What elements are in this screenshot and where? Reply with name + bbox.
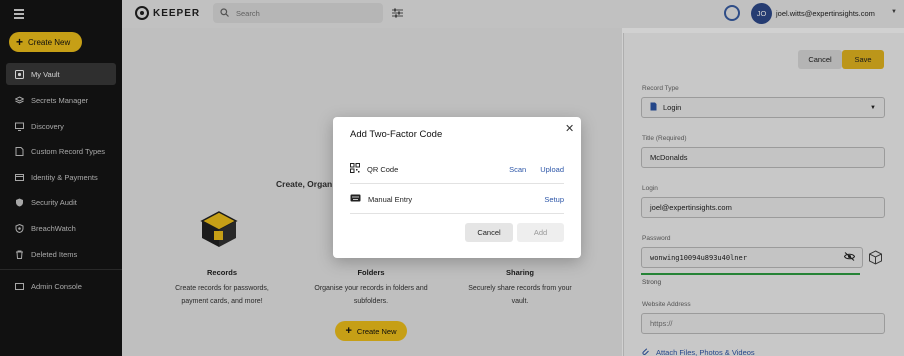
dialog-divider [350, 213, 564, 214]
manual-actions: Setup [544, 195, 564, 204]
dialog-add-button[interactable]: Add [517, 223, 564, 242]
dialog-title: Add Two-Factor Code [350, 129, 443, 140]
qr-code-icon [350, 163, 360, 175]
keyboard-icon [350, 194, 361, 204]
dialog-divider [350, 183, 564, 184]
qr-code-row: QR Code Scan Upload [350, 155, 564, 183]
close-icon[interactable]: ✕ [565, 122, 574, 135]
two-factor-dialog: Add Two-Factor Code ✕ QR Code Scan Uploa… [333, 117, 581, 258]
qr-code-label: QR Code [367, 164, 399, 174]
dialog-cancel-button[interactable]: Cancel [465, 223, 513, 242]
scan-link[interactable]: Scan [509, 165, 526, 174]
qr-actions: Scan Upload [509, 165, 564, 174]
upload-link[interactable]: Upload [540, 165, 564, 174]
manual-entry-label: Manual Entry [368, 194, 413, 204]
manual-entry-row: Manual Entry Setup [350, 185, 564, 213]
setup-link[interactable]: Setup [544, 195, 564, 204]
